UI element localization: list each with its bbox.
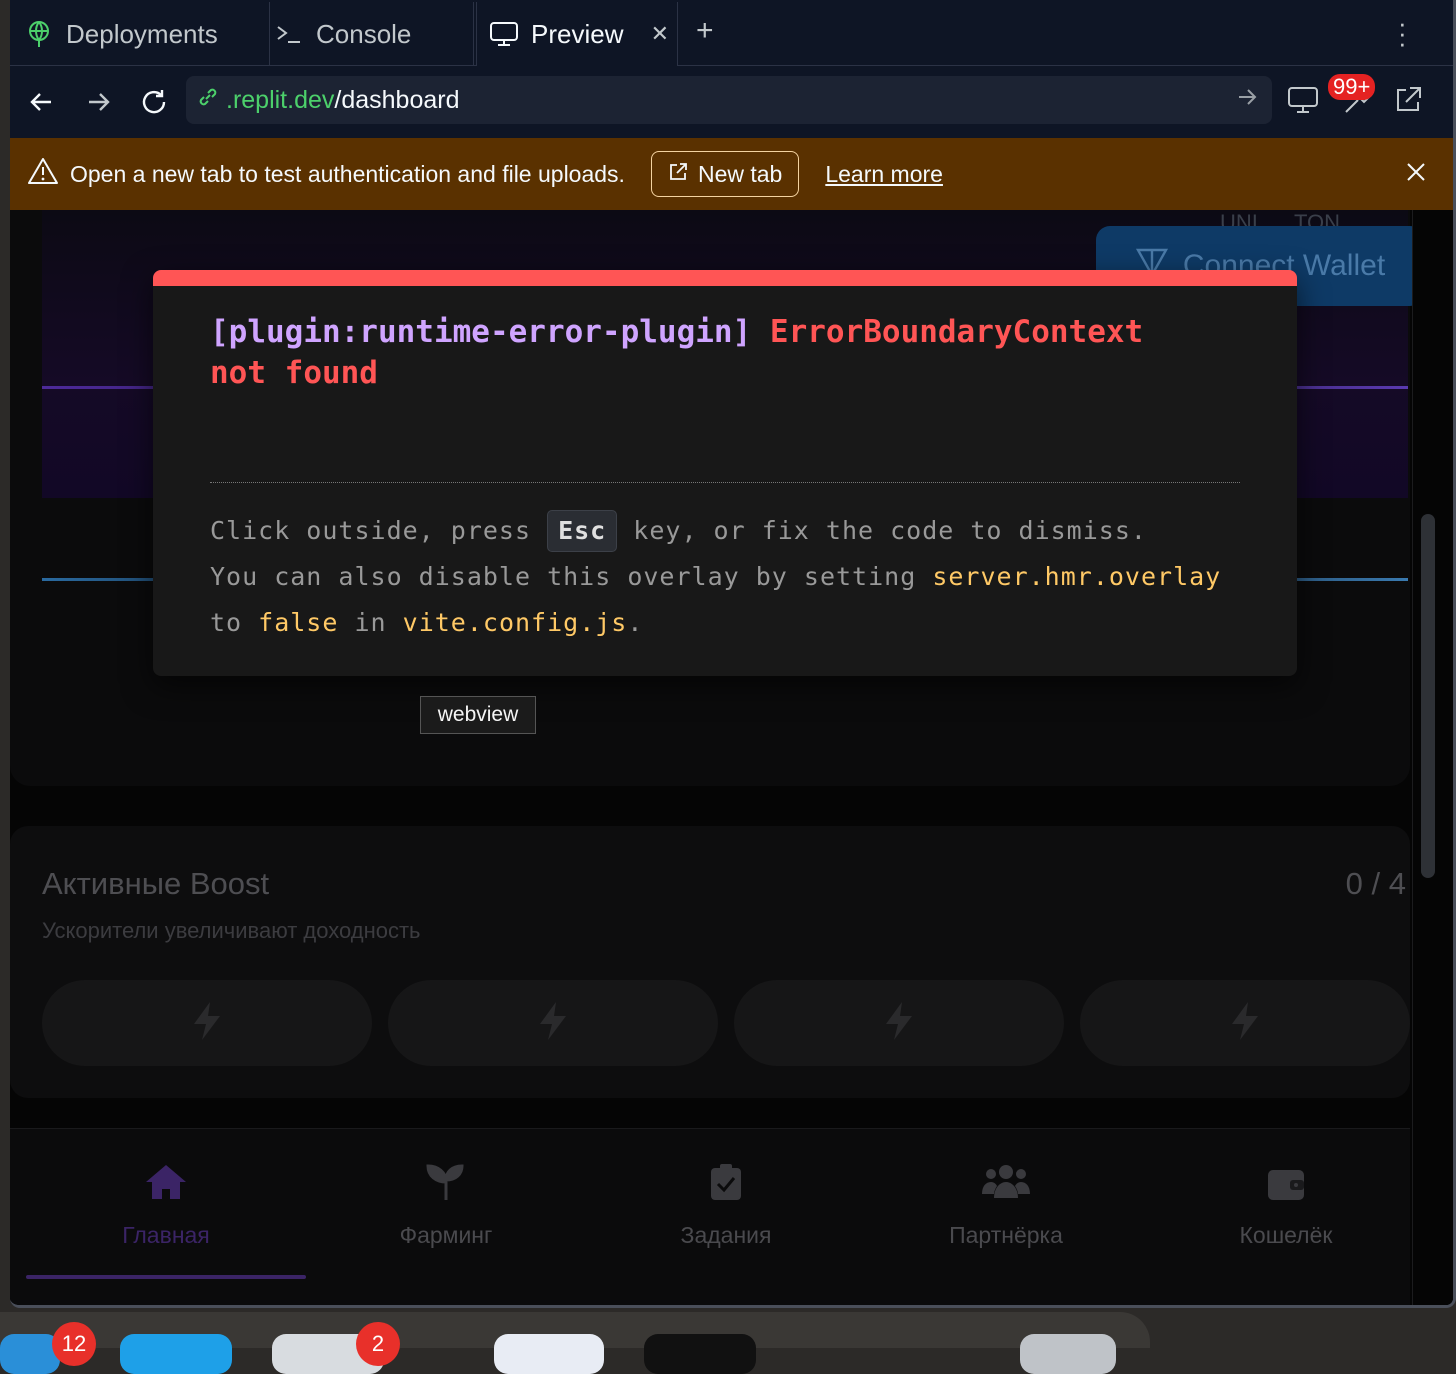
- tip-code: vite.config.js: [402, 608, 628, 637]
- url-host: .replit.dev: [226, 85, 335, 114]
- macos-dock: [0, 1312, 1150, 1374]
- error-message: [plugin:runtime-error-plugin] ErrorBound…: [210, 312, 1250, 394]
- lightning-icon: [882, 1000, 916, 1047]
- nav-wallet[interactable]: Кошелёк: [1146, 1129, 1426, 1279]
- forward-arrow-icon[interactable]: [80, 84, 116, 120]
- tab-deployments[interactable]: Deployments: [24, 2, 270, 66]
- tab-label: Preview: [531, 18, 624, 49]
- reload-icon[interactable]: [136, 84, 172, 120]
- browser-toolbar: .replit.dev/dashboard: [10, 66, 1453, 138]
- new-tab-plus-icon[interactable]: +: [696, 14, 714, 48]
- dock-app-icon[interactable]: [0, 1334, 60, 1374]
- trash-icon[interactable]: [1020, 1334, 1116, 1374]
- boost-subtitle: Ускорители увеличивают доходность: [42, 918, 421, 943]
- nav-partners[interactable]: Партнёрка: [866, 1129, 1146, 1279]
- deployments-icon: [24, 19, 54, 49]
- dock-app-icon[interactable]: [644, 1334, 756, 1374]
- tip-text: to: [210, 608, 259, 637]
- back-arrow-icon[interactable]: [24, 84, 60, 120]
- tip-code: server.hmr.overlay: [932, 562, 1222, 591]
- esc-key: Esc: [547, 510, 618, 552]
- nav-label: Фарминг: [399, 1222, 493, 1248]
- wallet-icon: [1266, 1166, 1306, 1208]
- dock-badge: 2: [356, 1322, 400, 1366]
- lightning-icon: [190, 1000, 224, 1047]
- sprout-icon: [426, 1162, 466, 1208]
- error-text-line1: ErrorBoundaryContext: [769, 314, 1144, 350]
- clipboard-check-icon: [709, 1162, 743, 1208]
- nav-label: Кошелёк: [1239, 1222, 1333, 1248]
- external-link-icon: [668, 161, 688, 188]
- boost-slot[interactable]: [42, 980, 372, 1066]
- new-tab-label: New tab: [697, 160, 783, 187]
- go-arrow-icon[interactable]: [1236, 86, 1258, 115]
- bottom-navigation: Главная Фарминг Задания Партнёрка Кошелё…: [10, 1128, 1410, 1305]
- lightning-icon: [536, 1000, 570, 1047]
- nav-farming[interactable]: Фарминг: [306, 1129, 586, 1279]
- boost-slot[interactable]: [1080, 980, 1410, 1066]
- boost-title: Активные Boost: [42, 866, 270, 901]
- tip-text: Click outside, press: [210, 516, 548, 545]
- device-preview-icon[interactable]: [1286, 84, 1320, 121]
- webview-tooltip: webview: [420, 696, 536, 734]
- nav-label: Главная: [122, 1222, 210, 1248]
- url-path: /dashboard: [334, 85, 460, 114]
- tip-text: .: [627, 608, 644, 637]
- close-banner-icon[interactable]: [1404, 160, 1428, 190]
- users-icon: [982, 1162, 1030, 1208]
- boost-slot[interactable]: [734, 980, 1064, 1066]
- tip-text: in: [338, 608, 403, 637]
- boost-slot[interactable]: [388, 980, 718, 1066]
- warning-icon: [28, 157, 58, 191]
- home-icon: [144, 1162, 188, 1208]
- error-plugin: [plugin:runtime-error-plugin]: [210, 314, 752, 350]
- tip-text: You can also disable this overlay by set…: [210, 562, 933, 591]
- tab-console[interactable]: Console: [274, 2, 474, 66]
- terminal-icon: [274, 19, 304, 49]
- active-boosts-card: Активные Boost Ускорители увеличивают до…: [10, 826, 1410, 1098]
- tab-bar: Deployments Console Preview ✕ + · · ·: [10, 0, 1453, 66]
- active-tab-indicator: [26, 1275, 306, 1279]
- open-external-icon[interactable]: [1392, 84, 1424, 121]
- nav-label: Задания: [680, 1222, 772, 1248]
- scrollbar-thumb[interactable]: [1421, 514, 1435, 878]
- new-tab-button[interactable]: New tab: [650, 151, 800, 197]
- dock-badge: 12: [52, 1322, 96, 1366]
- nav-label: Партнёрка: [949, 1222, 1063, 1248]
- close-tab-icon[interactable]: ✕: [651, 21, 669, 47]
- notification-badge: 99+: [1328, 74, 1376, 100]
- tip-text: key, or fix the code to dismiss.: [617, 516, 1147, 545]
- link-icon: [196, 85, 220, 116]
- auth-warning-banner: Open a new tab to test authentication an…: [10, 138, 1453, 210]
- scrollbar[interactable]: [1412, 210, 1453, 1305]
- nav-tasks[interactable]: Задания: [586, 1129, 866, 1279]
- banner-message: Open a new tab to test authentication an…: [70, 160, 625, 187]
- dismiss-tip: Click outside, press Esc key, or fix the…: [210, 508, 1270, 646]
- tab-label: Deployments: [66, 18, 218, 49]
- boost-count: 0 / 4: [1345, 866, 1406, 901]
- tip-code: false: [258, 608, 339, 637]
- dock-app-icon[interactable]: [494, 1334, 604, 1374]
- dock-app-icon[interactable]: [120, 1334, 232, 1374]
- more-options-icon[interactable]: · · ·: [1398, 10, 1407, 56]
- lightning-icon: [1228, 1000, 1262, 1047]
- monitor-icon: [489, 19, 519, 49]
- nav-home[interactable]: Главная: [26, 1129, 306, 1279]
- vite-error-overlay[interactable]: [plugin:runtime-error-plugin] ErrorBound…: [153, 270, 1297, 676]
- divider: [210, 482, 1240, 483]
- url-bar[interactable]: .replit.dev/dashboard: [186, 76, 1272, 124]
- error-text-line2: not found: [210, 355, 378, 391]
- tab-preview[interactable]: Preview ✕: [476, 2, 678, 66]
- learn-more-link[interactable]: Learn more: [825, 161, 943, 188]
- tab-label: Console: [316, 18, 412, 49]
